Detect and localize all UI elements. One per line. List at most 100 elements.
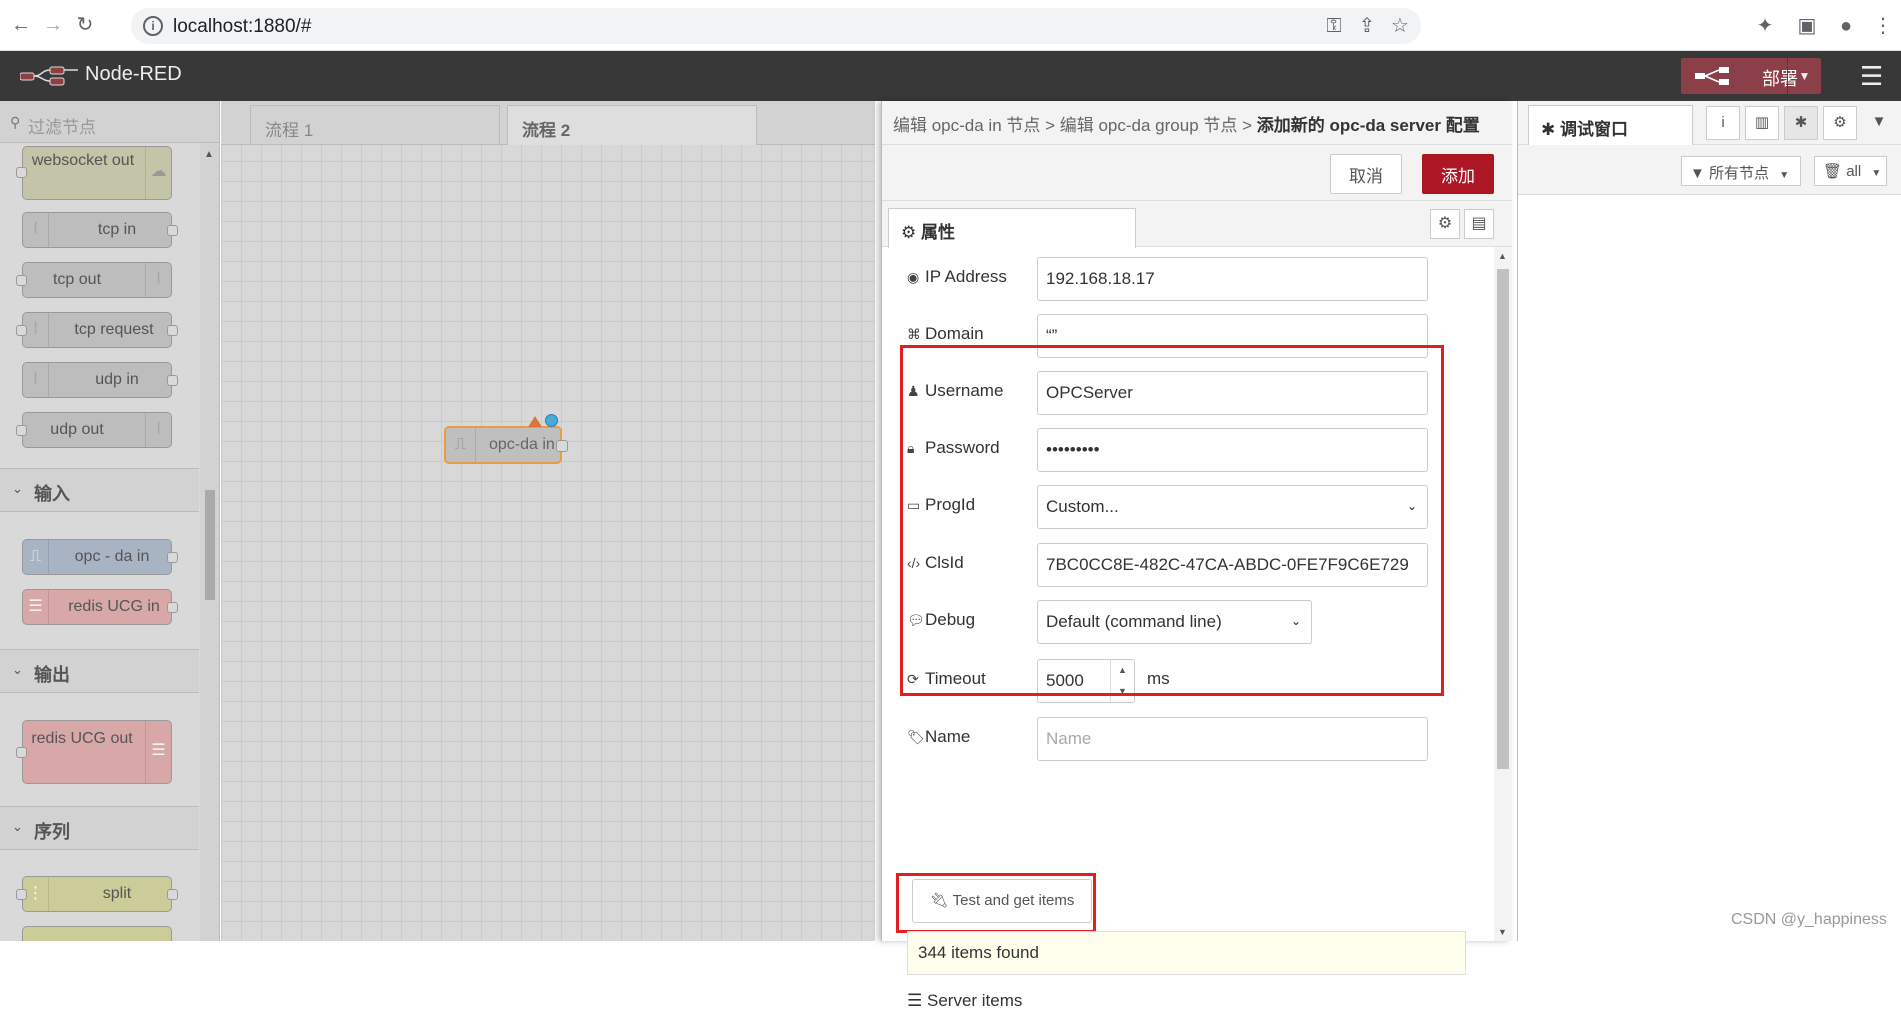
palette-node-udp-out[interactable]: udp out ⦚ <box>16 412 172 448</box>
warning-triangle-icon <box>528 416 542 427</box>
node-label: tcp out <box>52 271 102 288</box>
share-icon[interactable]: ⇪ <box>1354 13 1380 39</box>
extensions-icon[interactable]: ✦ <box>1752 13 1778 39</box>
input-port <box>16 275 27 286</box>
tab-properties[interactable]: ⚙ 属性 <box>888 208 1136 248</box>
key-icon[interactable]: ⚿ <box>1321 13 1347 39</box>
name-label: 🏷︎Name <box>907 727 971 746</box>
node-label: opc - da in <box>74 548 150 565</box>
trash-icon: 🗑︎ <box>1823 163 1843 180</box>
bookmark-star-icon[interactable]: ☆ <box>1387 13 1413 39</box>
editor-tabs: ⚙ 属性 ⚙ ▤ <box>882 201 1512 248</box>
palette-node-redis-ucg-out[interactable]: redis UCG out ☰ <box>16 720 172 784</box>
settings-gear-icon[interactable]: ⚙ <box>1430 209 1460 239</box>
main-menu-icon[interactable]: ☰ <box>1860 61 1883 92</box>
database-icon: ☰ <box>23 590 49 624</box>
tab-flow-1[interactable]: 流程 1 <box>250 105 500 145</box>
tab-label: 调试窗口 <box>1559 120 1628 139</box>
browser-menu-icon[interactable]: ⋮ <box>1870 13 1896 39</box>
editor-scrollbar[interactable]: ▲ ▼ <box>1494 247 1512 941</box>
palette-node-udp-in[interactable]: ⦚ udp in <box>22 362 178 398</box>
sitemap-icon: ⌘ <box>907 326 921 342</box>
output-port <box>167 889 178 900</box>
chevron-down-icon: ⌄ <box>12 819 23 834</box>
sidebar-menu-caret-icon[interactable]: ▼ <box>1862 106 1896 140</box>
clear-messages-select[interactable]: 🗑︎ all ▼ <box>1814 156 1887 186</box>
tab-flow-2[interactable]: 流程 2 <box>507 105 757 145</box>
gear-icon: ⚙ <box>901 223 917 242</box>
app-header: Node-RED 部署 ▼ ☰ <box>0 51 1901 101</box>
watermark: CSDN @y_happiness <box>1731 911 1887 928</box>
browser-toolbar: ← → ↻ i localhost:1880/# ⚿ ⇪ ☆ ✦ ▣ ● ⋮ <box>0 0 1901 51</box>
chevron-down-icon: ⌄ <box>12 662 23 677</box>
scrollbar-thumb[interactable] <box>1497 269 1509 769</box>
output-port <box>167 602 178 613</box>
palette-node-tcp-request[interactable]: ⦚ tcp request <box>16 312 178 348</box>
tab-debug[interactable]: ✱ 调试窗口 <box>1528 105 1693 145</box>
input-port <box>16 747 27 758</box>
site-info-icon[interactable]: i <box>143 16 163 36</box>
help-book-icon[interactable]: ▥ <box>1745 106 1779 140</box>
forward-icon[interactable]: → <box>38 10 68 40</box>
address-bar[interactable]: i localhost:1880/# ⚿ ⇪ ☆ <box>131 8 1421 44</box>
palette-category-sequence[interactable]: ⌄ 序列 <box>0 806 199 850</box>
search-icon: ⚲ <box>10 114 21 130</box>
palette-scrollbar[interactable]: ▲ <box>200 143 219 941</box>
tcp-icon: ⦚ <box>23 213 49 247</box>
test-result-box: 344 items found <box>907 931 1466 975</box>
config-gear-icon[interactable]: ⚙ <box>1823 106 1857 140</box>
cancel-button[interactable]: 取消 <box>1330 154 1402 194</box>
palette-node-tcp-in[interactable]: ⦚ tcp in <box>22 212 178 248</box>
palette-node-websocket-out[interactable]: websocket out ☁ <box>16 146 172 200</box>
palette-category-output[interactable]: ⌄ 输出 <box>0 649 199 693</box>
filter-nodes-select[interactable]: ▼ 所有节点 ▼ <box>1681 156 1801 186</box>
domain-label: ⌘ Domain <box>907 324 984 343</box>
highlight-box-test <box>896 873 1096 933</box>
output-port <box>167 225 178 236</box>
palette-search-input[interactable]: 过滤节点 <box>28 113 96 138</box>
palette-node-split[interactable]: ⋮ split <box>16 876 178 912</box>
breadcrumb: 编辑 opc-da in 节点 > 编辑 opc-da group 节点 > 添… <box>882 101 1512 145</box>
add-button[interactable]: 添加 <box>1422 154 1494 194</box>
editor-form: ◉ IP Address 192.168.18.17 ⌘ Domain “” ♟ Us… <box>882 247 1494 1010</box>
opc-da-icon: ⎍ <box>446 428 476 462</box>
filter-icon: ▼ <box>1690 165 1705 182</box>
output-port <box>167 375 178 386</box>
palette-node-opc-da-in[interactable]: ⎍ opc - da in <box>22 539 178 575</box>
changed-indicator-icon <box>545 414 558 427</box>
flow-workspace[interactable]: 流程 1 流程 2 ⎍ opc-da in <box>221 101 875 941</box>
tcp-icon: ⦚ <box>23 313 49 347</box>
description-doc-icon[interactable]: ▤ <box>1464 209 1494 239</box>
url-text[interactable]: localhost:1880/# <box>173 16 311 38</box>
node-red-logo-icon <box>20 66 78 86</box>
palette-node-partial[interactable] <box>22 926 172 941</box>
output-port[interactable] <box>556 440 568 452</box>
info-icon[interactable]: i <box>1706 106 1740 140</box>
editor-toolbar: 取消 添加 <box>882 145 1512 201</box>
node-label: websocket out <box>31 152 135 169</box>
output-port <box>167 325 178 336</box>
scroll-up-icon[interactable]: ▲ <box>204 149 214 160</box>
palette-node-redis-ucg-in[interactable]: ☰ redis UCG in <box>22 589 178 625</box>
deploy-button[interactable]: 部署 ▼ <box>1681 58 1821 94</box>
palette-category-input[interactable]: ⌄ 输入 <box>0 468 199 512</box>
scroll-down-icon[interactable]: ▼ <box>1498 927 1507 937</box>
ip-address-row: ◉ IP Address 192.168.18.17 <box>907 257 1467 301</box>
name-input[interactable]: Name <box>1037 717 1428 761</box>
deploy-menu-caret-icon[interactable]: ▼ <box>1787 58 1821 94</box>
udp-icon: ⦚ <box>23 363 49 397</box>
scroll-up-icon[interactable]: ▲ <box>1498 251 1507 261</box>
back-icon[interactable]: ← <box>6 10 36 40</box>
udp-icon: ⦚ <box>145 413 171 447</box>
ip-address-input[interactable]: 192.168.18.17 <box>1037 257 1428 301</box>
scrollbar-thumb[interactable] <box>205 490 215 600</box>
reload-icon[interactable]: ↻ <box>70 10 100 40</box>
palette-node-tcp-out[interactable]: tcp out ⦚ <box>16 262 172 298</box>
side-panel-icon[interactable]: ▣ <box>1794 13 1820 39</box>
profile-icon[interactable]: ● <box>1833 13 1859 39</box>
flow-node-opc-da-in[interactable]: ⎍ opc-da in <box>444 414 568 464</box>
server-items-label: ☰ Server items <box>907 991 1023 1010</box>
debug-bug-icon[interactable]: ✱ <box>1784 106 1818 140</box>
palette-search[interactable]: ⚲ 过滤节点 <box>0 101 219 143</box>
node-palette: ⚲ 过滤节点 websocket out ☁ ⦚ tcp in tcp out … <box>0 101 220 941</box>
